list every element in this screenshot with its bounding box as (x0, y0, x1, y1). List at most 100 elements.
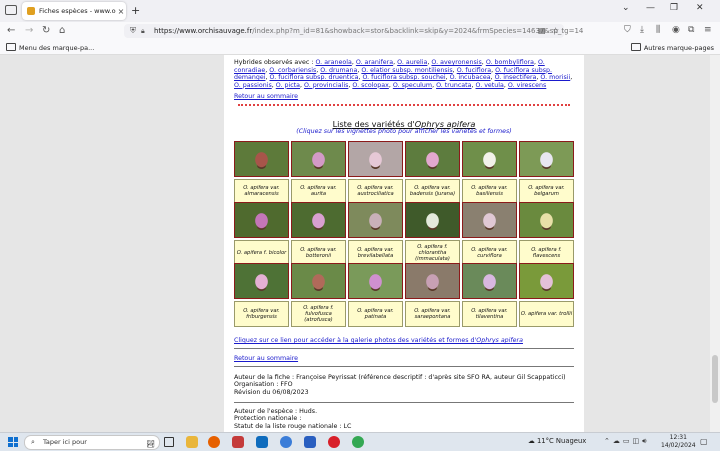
divider (234, 402, 574, 403)
back-to-summary-link-2[interactable]: Retour au sommaire (234, 355, 298, 362)
reload-icon[interactable]: ↻ (42, 25, 50, 36)
variety-photo[interactable] (348, 202, 403, 238)
hybrid-link[interactable]: O. morisii (540, 74, 570, 81)
variety-photo[interactable] (519, 202, 574, 238)
hybrid-link[interactable]: O. incubacea (450, 74, 491, 81)
variety-caption[interactable]: O. apifera var. saraepontana (405, 301, 460, 327)
extensions-icon[interactable]: ⧉ (688, 25, 694, 35)
shield-icon[interactable]: ⛨ (130, 24, 136, 38)
hybrid-link[interactable]: O. insectifera (495, 74, 537, 81)
variety-photo[interactable] (291, 141, 346, 177)
variety-caption[interactable]: O. apifera var. friburgensis (234, 301, 289, 327)
page-scrollbar[interactable] (710, 55, 720, 432)
windows-start-icon[interactable] (8, 437, 18, 447)
variety-photo[interactable] (291, 263, 346, 299)
hybrid-link[interactable]: O. vetula (476, 82, 504, 89)
restore-icon[interactable]: ❐ (670, 3, 678, 13)
hybrid-link[interactable]: O. picta (276, 82, 300, 89)
hybrid-link[interactable]: O. aranifera (356, 59, 393, 66)
bookmarks-menu[interactable]: Menu des marque-pa... (6, 43, 94, 52)
firefox-icon[interactable] (208, 436, 220, 448)
variety-caption[interactable]: O. apifera var. austrociliatica (348, 179, 403, 203)
hybrid-link[interactable]: O. passionis (234, 82, 272, 89)
variety-photo[interactable] (234, 263, 289, 299)
variety-photo[interactable] (519, 263, 574, 299)
variety-photo[interactable] (519, 141, 574, 177)
task-view-icon[interactable] (164, 437, 174, 447)
hybrid-link[interactable]: O. truncata (436, 82, 471, 89)
taskbar-search[interactable]: ⌕ Taper ici pour 🏞︎ (24, 435, 160, 450)
variety-caption[interactable]: O. apifera var. belgarum (519, 179, 574, 203)
hybrid-link[interactable]: O. speculum (393, 82, 432, 89)
outlook-icon[interactable] (256, 436, 268, 448)
app-icon[interactable] (232, 436, 244, 448)
variety-photo[interactable] (405, 263, 460, 299)
gallery-link[interactable]: Cliquez sur ce lien pour accéder à la ga… (234, 337, 523, 344)
variety-photo[interactable] (462, 202, 517, 238)
address-bar[interactable]: ⛨ 🔒︎ https://www.orchisauvage.fr/index.p… (124, 24, 583, 38)
hybrid-link[interactable]: O. corbariensis (269, 67, 316, 74)
variety-caption[interactable]: O. apifera var. trollii (519, 301, 574, 327)
tab-close-icon[interactable]: × (116, 7, 126, 16)
downloads-icon[interactable]: ⤓ (640, 25, 644, 35)
hybrid-link[interactable]: O. virescens (508, 82, 546, 89)
account-icon[interactable]: ◉ (672, 25, 680, 35)
lock-icon[interactable]: 🔒︎ (141, 24, 145, 38)
weather-widget[interactable]: ☁ 11°C Nuageux (528, 437, 586, 445)
menu-icon[interactable]: ≡ (704, 25, 712, 35)
hybrid-link[interactable]: O. aurelia (397, 59, 427, 66)
hybrid-link[interactable]: O. araneola (315, 59, 351, 66)
reader-view-icon[interactable]: ▤ (538, 24, 546, 38)
new-tab-button[interactable]: + (131, 4, 140, 17)
hybrid-link[interactable]: O. bombyliflora (486, 59, 534, 66)
variety-caption[interactable]: O. apifera var. patinata (348, 301, 403, 327)
scrollbar-thumb[interactable] (712, 355, 718, 403)
varieties-subtitle: (Cliquez sur les vignettes photo pour af… (296, 128, 512, 135)
variety-photo[interactable] (462, 263, 517, 299)
chrome-icon[interactable] (352, 436, 364, 448)
variety-caption[interactable]: O. apifera f. fulvofusca (atrofusca) (291, 301, 346, 327)
hybrid-link[interactable]: O. provincialis (304, 82, 348, 89)
taskbar-clock[interactable]: 12:31 14/02/2024 (661, 434, 696, 450)
variety-photo[interactable] (348, 141, 403, 177)
word-icon[interactable] (304, 436, 316, 448)
home-icon[interactable]: ⌂ (59, 25, 65, 36)
variety-caption[interactable]: O. apifera var. tilaventina (462, 301, 517, 327)
variety-photo[interactable] (291, 202, 346, 238)
edge-icon[interactable] (280, 436, 292, 448)
library-icon[interactable]: ⫼ (656, 25, 660, 35)
file-explorer-icon[interactable] (186, 436, 198, 448)
minimize-icon[interactable]: — (646, 3, 655, 13)
bookmark-star-icon[interactable]: ☆ (552, 24, 559, 38)
variety-photo[interactable] (234, 202, 289, 238)
variety-photo[interactable] (405, 141, 460, 177)
back-to-summary-link[interactable]: Retour au sommaire (234, 93, 298, 100)
tab-list-icon[interactable] (5, 5, 17, 15)
hybrid-link[interactable]: O. scolopax (352, 82, 388, 89)
forward-icon[interactable]: → (25, 25, 33, 36)
back-icon[interactable]: ← (7, 25, 15, 36)
other-bookmarks[interactable]: Autres marque-pages (630, 43, 714, 52)
variety-caption[interactable]: O. apifera var. basiliensis (462, 179, 517, 203)
chevron-down-icon[interactable]: ⌄ (622, 3, 630, 13)
hybrid-link[interactable]: O. fuciflora subsp. souchei (362, 74, 445, 81)
system-tray[interactable]: ⌃☁▭◫🔊︎ (604, 437, 650, 446)
pocket-icon[interactable]: ⛉ (624, 25, 631, 35)
notifications-icon[interactable]: ▢ (700, 437, 708, 446)
hybrid-link[interactable]: O. fuciflora subsp. druentica (270, 74, 359, 81)
variety-photo[interactable] (405, 202, 460, 238)
variety-photo[interactable] (234, 141, 289, 177)
variety-caption[interactable]: O. apifera var. almaracensis (234, 179, 289, 203)
hybrid-link[interactable]: O. fuciflora (457, 67, 491, 74)
variety-photo[interactable] (462, 141, 517, 177)
active-tab[interactable]: Fiches espèces - www.orchisauvage.fr × (22, 2, 126, 20)
url-text[interactable]: https://www.orchisauvage.fr/index.php?m_… (154, 24, 583, 38)
variety-caption[interactable]: O. apifera var. aurita (291, 179, 346, 203)
hybrid-link[interactable]: O. aveyronensis (431, 59, 481, 66)
variety-photo[interactable] (348, 263, 403, 299)
hybrid-link[interactable]: O. drumana (320, 67, 357, 74)
opera-icon[interactable] (328, 436, 340, 448)
hybrid-link[interactable]: O. elatior subsp. montiliensis (361, 67, 452, 74)
close-window-icon[interactable]: ✕ (696, 3, 704, 13)
variety-caption[interactable]: O. apifera var. badensis (jurana) (405, 179, 460, 203)
